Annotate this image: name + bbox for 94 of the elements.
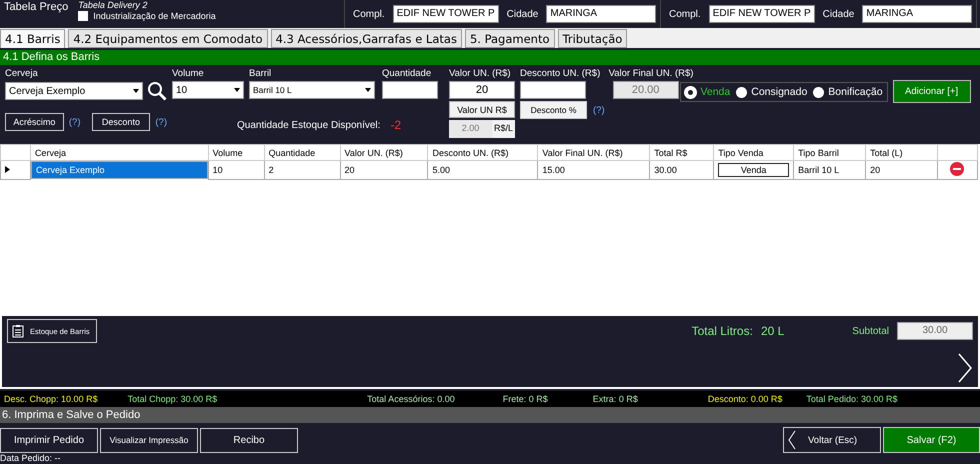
surcharge-button[interactable]: Acréscimo: [5, 113, 64, 131]
help-link[interactable]: (?): [68, 116, 80, 128]
column-header: Desconto UN. (R$): [428, 144, 538, 160]
city-field[interactable]: MARINGA: [546, 5, 656, 23]
table-cell: 15.00: [538, 160, 650, 180]
total-liters-value: 20 L: [760, 324, 784, 338]
column-header: Valor Final UN. (R$): [538, 144, 650, 160]
price-per-liter-unit: R$/L: [492, 122, 514, 135]
compl-label: Compl.: [353, 8, 385, 20]
subtotal-field: 30.00: [897, 322, 973, 340]
unit-value-button[interactable]: Valor UN R$: [449, 101, 515, 118]
dropdown-caret-icon: [234, 88, 240, 92]
tab[interactable]: Tributação: [558, 29, 628, 48]
field-label: Desconto UN. (R$): [520, 68, 602, 79]
section-header: 6. Imprima e Salve o Pedido: [0, 407, 980, 423]
field-label: Cerveja: [5, 68, 39, 79]
summary-item: Total Pedido: 30.00 R$: [806, 394, 898, 404]
total-liters-label: Total Litros:: [692, 324, 753, 338]
table-cell: 5.00: [428, 160, 538, 180]
summary-item: Total Chopp: 30.00 R$: [128, 394, 218, 404]
city-field[interactable]: MARINGA: [862, 5, 972, 23]
field-label: Valor Final UN. (R$): [608, 68, 694, 79]
print-button[interactable]: Visualizar Impressão: [100, 428, 198, 452]
stock-label: Quantidade Estoque Disponível:: [237, 120, 380, 130]
summary-item: Desconto: 0.00 R$: [708, 394, 782, 404]
discount-field[interactable]: [520, 81, 586, 99]
field-label: Barril: [249, 68, 272, 79]
column-header: Volume: [208, 144, 264, 160]
compl-field[interactable]: EDIF NEW TOWER P: [392, 5, 499, 23]
clipboard-icon: [12, 324, 24, 338]
final-value-field: 20.00: [612, 81, 679, 99]
checkbox[interactable]: [78, 11, 88, 21]
compl-field[interactable]: EDIF NEW TOWER P: [708, 5, 815, 23]
remove-icon[interactable]: [950, 162, 964, 176]
column-header: Tipo Barril: [794, 144, 866, 160]
city-label: Cidade: [822, 8, 854, 20]
summary-item: Extra: 0 R$: [592, 394, 638, 404]
search-icon[interactable]: [147, 81, 167, 101]
tab[interactable]: 4.1 Barris: [0, 29, 66, 48]
sale-type-radio[interactable]: Bonificação: [813, 86, 883, 98]
tab[interactable]: 5. Pagamento: [464, 29, 554, 48]
quantity-field[interactable]: [382, 81, 438, 99]
chevron-left-icon: [788, 430, 796, 450]
stock-value: -2: [390, 118, 402, 132]
table-cell: 20: [340, 160, 428, 180]
column-header: Quantidade: [264, 144, 340, 160]
column-header: Valor UN. (R$): [340, 144, 428, 160]
city-label: Cidade: [506, 8, 538, 20]
tab[interactable]: 4.2 Equipamentos em Comodato: [68, 29, 268, 48]
volume-dropdown[interactable]: 10: [172, 81, 244, 99]
row-pointer-icon: [5, 166, 10, 173]
print-button[interactable]: Recibo: [200, 428, 298, 452]
tab[interactable]: 4.3 Acessórios,Garrafas e Latas: [270, 29, 462, 48]
discount-button[interactable]: Desconto: [92, 113, 150, 131]
price-table-label: Tabela Preço: [4, 0, 68, 15]
dropdown-caret-icon: [133, 89, 139, 93]
save-button[interactable]: Salvar (F2): [883, 427, 980, 453]
summary-item: Frete: 0 R$: [502, 394, 548, 404]
subtotal-label: Subtotal: [852, 326, 889, 336]
compl-label: Compl.: [669, 8, 701, 20]
table-cell: 2: [264, 160, 340, 180]
field-label: Valor UN. (R$): [449, 68, 512, 79]
sale-type-radio[interactable]: Consignado: [736, 86, 808, 98]
summary-item: Total Acessórios: 0.00: [367, 394, 455, 404]
dropdown-caret-icon: [365, 88, 371, 92]
print-button[interactable]: Imprimir Pedido: [0, 428, 98, 452]
beer-dropdown[interactable]: Cerveja Exemplo: [5, 82, 143, 100]
keg-dropdown[interactable]: Barril 10 L: [249, 81, 375, 99]
column-header: Cerveja: [30, 144, 208, 160]
unit-value-field[interactable]: 20: [449, 81, 515, 99]
table-cell: 20: [866, 160, 938, 180]
column-header: Total (L): [866, 144, 938, 160]
column-header: Tipo Venda: [714, 144, 794, 160]
help-link[interactable]: (?): [155, 116, 167, 128]
price-table-value: Tabela Delivery 2: [78, 0, 148, 10]
summary-item: Desc. Chopp: 10.00 R$: [4, 394, 98, 404]
sale-type-radio[interactable]: Venda: [685, 86, 730, 98]
table-cell: 30.00: [650, 160, 714, 180]
order-date: Data Pedido: --: [0, 453, 62, 463]
back-button[interactable]: Voltar (Esc): [783, 427, 881, 453]
table-cell: 10: [208, 160, 264, 180]
sale-type-cell[interactable]: Venda: [718, 163, 790, 177]
checkbox-label: Industrialização de Mercadoria: [93, 11, 216, 21]
column-header: Total R$: [650, 144, 714, 160]
price-per-liter-field: 2.00: [449, 120, 492, 138]
field-label: Quantidade: [382, 68, 432, 79]
add-button[interactable]: Adicionar [+]: [892, 80, 971, 103]
discount-percent-button[interactable]: Desconto %: [520, 101, 587, 119]
help-link[interactable]: (?): [593, 104, 605, 116]
section-header: 4.1 Defina os Barris: [0, 50, 980, 65]
field-label: Volume: [172, 68, 205, 79]
chevron-right-icon[interactable]: [957, 353, 973, 383]
table-cell: Cerveja Exemplo: [30, 161, 208, 179]
table-cell: Barril 10 L: [794, 160, 866, 180]
